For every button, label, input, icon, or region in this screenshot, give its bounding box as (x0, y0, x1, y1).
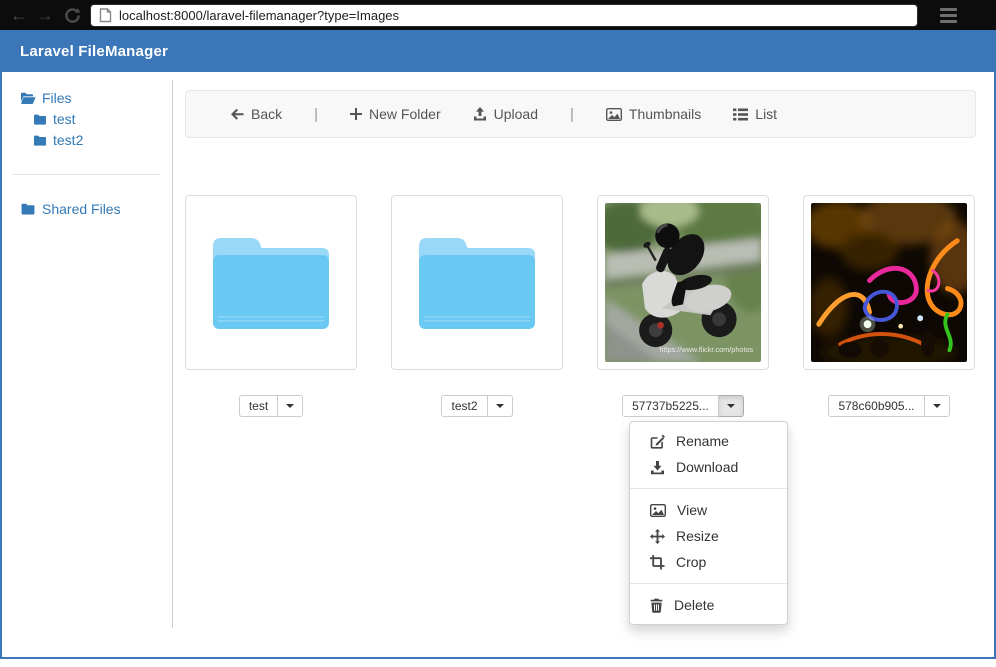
sidebar-divider (12, 174, 160, 175)
context-dropdown-menu: Rename Download View (629, 421, 788, 625)
sidebar-item-label: Shared Files (42, 199, 121, 219)
menu-item-label: Download (676, 459, 738, 475)
caret-down-icon (496, 404, 504, 408)
menu-item-label: Crop (676, 554, 706, 570)
page-icon (99, 8, 112, 23)
back-button[interactable]: Back (230, 106, 282, 122)
item-button-group: 57737b5225... (622, 395, 744, 417)
big-folder-icon (208, 232, 334, 334)
menu-hamburger-icon[interactable] (940, 8, 957, 23)
list-icon (733, 108, 748, 121)
sidebar-item-shared-files[interactable]: Shared Files (20, 199, 170, 219)
upload-icon (473, 107, 487, 121)
trash-icon (650, 598, 663, 613)
picture-icon (606, 108, 622, 121)
sidebar-main-divider (172, 80, 173, 628)
back-arrow-icon (230, 108, 244, 121)
menu-item-label: Rename (676, 433, 729, 449)
app-header: Laravel FileManager (2, 30, 994, 72)
caret-down-icon (933, 404, 941, 408)
menu-item-delete[interactable]: Delete (630, 592, 787, 618)
new-folder-button[interactable]: New Folder (350, 106, 441, 122)
grid-item-image-2: 578c60b905... (803, 195, 975, 417)
url-bar[interactable] (90, 4, 918, 27)
thumbnails-button[interactable]: Thumbnails (606, 106, 701, 122)
menu-item-resize[interactable]: Resize (630, 523, 787, 549)
plus-icon (350, 108, 362, 120)
sidebar-item-files[interactable]: Files (20, 88, 170, 108)
url-input[interactable] (119, 8, 909, 23)
move-icon (650, 529, 665, 544)
caret-down-icon (286, 404, 294, 408)
menu-item-view[interactable]: View (630, 497, 787, 523)
crop-icon (650, 555, 665, 570)
menu-item-rename[interactable]: Rename (630, 428, 787, 454)
upload-button[interactable]: Upload (473, 106, 538, 122)
motorcycle-photo: https://www.flickr.com/photos (605, 203, 761, 362)
sidebar-item-label: Files (42, 88, 72, 108)
toolbar-separator: | (314, 106, 318, 123)
image-card[interactable] (803, 195, 975, 370)
item-name-button[interactable]: test (239, 395, 278, 417)
folder-card[interactable] (391, 195, 563, 370)
download-icon (650, 460, 665, 475)
browser-back-icon[interactable]: ← (6, 5, 32, 26)
grid-item-image-1: https://www.flickr.com/photos 57737b5225… (597, 195, 769, 417)
browser-reload-icon[interactable] (58, 7, 86, 24)
filemanager-window: Laravel FileManager Files test test2 (0, 30, 996, 659)
image-card[interactable]: https://www.flickr.com/photos (597, 195, 769, 370)
menu-item-download[interactable]: Download (630, 454, 787, 480)
edit-icon (650, 434, 665, 449)
back-label: Back (251, 106, 282, 122)
folder-icon (33, 113, 47, 126)
folder-icon (20, 202, 36, 216)
app-title: Laravel FileManager (2, 43, 168, 60)
folder-card[interactable] (185, 195, 357, 370)
sidebar-item-label: test2 (53, 130, 83, 150)
list-label: List (755, 106, 777, 122)
menu-item-label: View (677, 502, 707, 518)
item-name-button[interactable]: test2 (441, 395, 487, 417)
main-panel: Back | New Folder Upload | (185, 72, 976, 657)
grid-item-folder-test2: test2 (391, 195, 563, 417)
menu-item-crop[interactable]: Crop (630, 549, 787, 575)
menu-divider (630, 488, 787, 489)
browser-forward-icon[interactable]: → (32, 5, 58, 26)
toolbar-separator: | (570, 106, 574, 123)
photo-watermark: https://www.flickr.com/photos (659, 345, 753, 354)
sidebar: Files test test2 Shared Files (2, 72, 170, 627)
browser-chrome: ← → (0, 0, 996, 30)
list-button[interactable]: List (733, 106, 777, 122)
reload-glyph (64, 7, 81, 24)
caret-down-icon (727, 404, 735, 408)
folder-icon (33, 134, 47, 147)
item-dropdown-toggle[interactable] (278, 395, 303, 417)
sidebar-item-test[interactable]: test (33, 109, 170, 129)
menu-item-label: Delete (674, 597, 714, 613)
menu-divider (630, 583, 787, 584)
toolbar: Back | New Folder Upload | (185, 90, 976, 138)
light-painting-photo (811, 203, 967, 362)
big-folder-icon (414, 232, 540, 334)
sidebar-item-label: test (53, 109, 76, 129)
item-name-button[interactable]: 57737b5225... (622, 395, 719, 417)
item-dropdown-toggle-open[interactable] (719, 395, 744, 417)
item-dropdown-toggle[interactable] (925, 395, 950, 417)
new-folder-label: New Folder (369, 106, 441, 122)
item-button-group: test2 (441, 395, 512, 417)
folder-open-icon (20, 91, 36, 105)
grid-item-folder-test: test (185, 195, 357, 417)
sidebar-item-test2[interactable]: test2 (33, 130, 170, 150)
item-dropdown-toggle[interactable] (488, 395, 513, 417)
item-button-group: test (239, 395, 303, 417)
menu-item-label: Resize (676, 528, 719, 544)
picture-icon (650, 504, 666, 517)
upload-label: Upload (494, 106, 538, 122)
item-name-button[interactable]: 578c60b905... (828, 395, 924, 417)
thumbnails-label: Thumbnails (629, 106, 701, 122)
item-button-group: 578c60b905... (828, 395, 949, 417)
